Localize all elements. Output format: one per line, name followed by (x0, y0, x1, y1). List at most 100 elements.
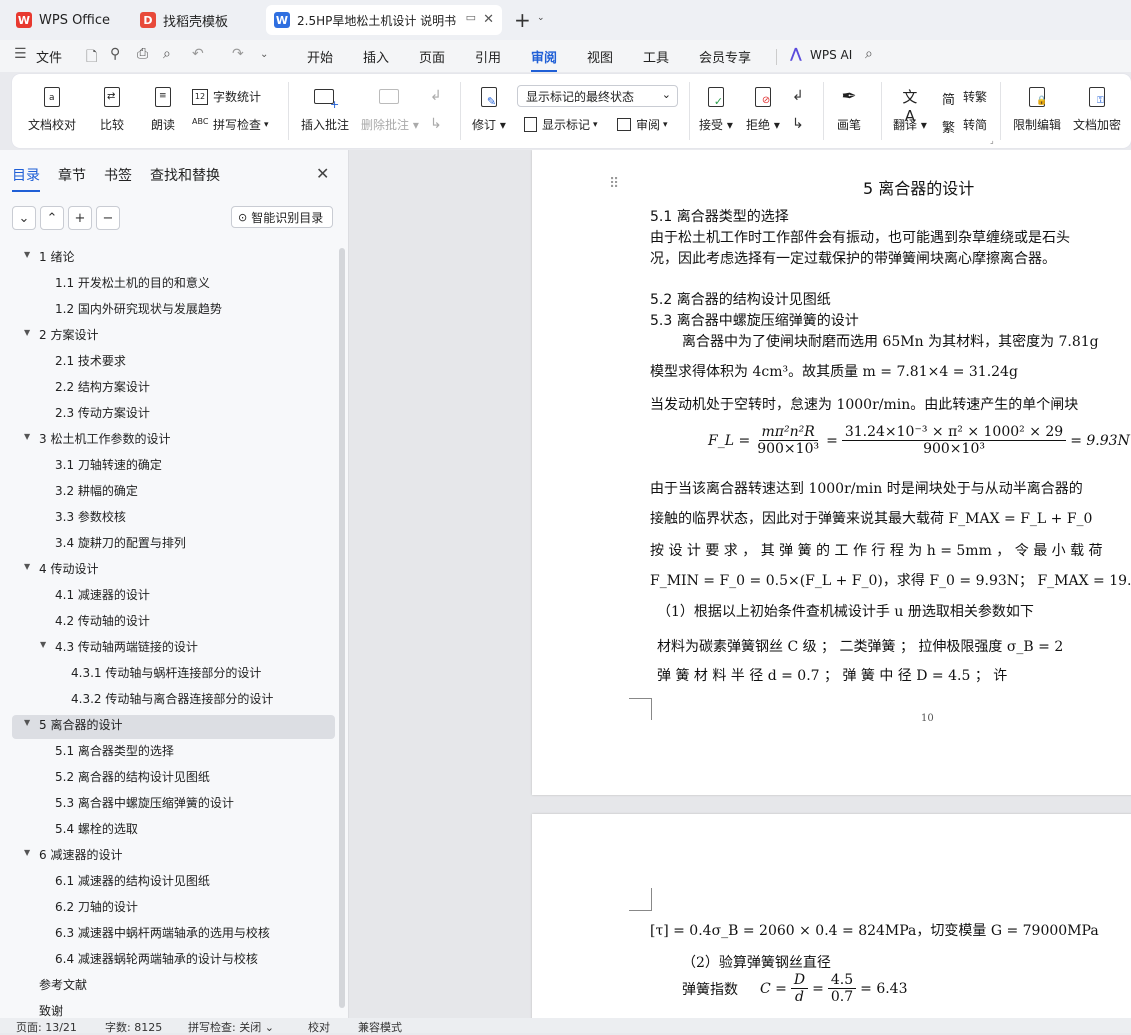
menu-reference[interactable]: 引用 (475, 47, 501, 66)
drag-handle-icon[interactable]: ⠿ (609, 176, 619, 192)
chevron-down-icon[interactable]: ⌄ (260, 49, 268, 60)
caret-down-icon[interactable]: ▼ (24, 432, 30, 441)
toc-item[interactable]: 参考文献 (39, 976, 87, 993)
scrollbar[interactable] (339, 248, 345, 1008)
previous-change-icon[interactable]: ↲ (792, 88, 804, 104)
hamburger-icon[interactable]: ☰ (14, 46, 27, 62)
toc-item[interactable]: 1.2 国内外研究现状与发展趋势 (55, 300, 222, 317)
close-icon[interactable]: ✕ (483, 12, 494, 27)
tab-chapter[interactable]: 章节 (58, 165, 86, 185)
link-icon[interactable]: ⚲ (110, 46, 120, 62)
encrypt-button[interactable]: ⚿ 文档加密 (1073, 86, 1121, 133)
document-page[interactable]: ⠿ 5 离合器的设计 5.1 离合器类型的选择 由于松土机工作时工作部件会有振动… (532, 150, 1131, 795)
next-change-icon[interactable]: ↳ (792, 116, 804, 132)
caret-down-icon[interactable]: ▼ (24, 328, 30, 337)
toc-item[interactable]: 2.2 结构方案设计 (55, 378, 150, 395)
caret-down-icon[interactable]: ▼ (24, 848, 30, 857)
add-heading-button[interactable]: + (68, 206, 92, 230)
print-icon[interactable]: ⎙ (137, 46, 148, 62)
menu-member[interactable]: 会员专享 (699, 47, 751, 66)
toc-item[interactable]: ▼ 4.3 传动轴两端链接的设计 (40, 638, 198, 655)
review-pane-button[interactable]: 审阅 ▾ (617, 116, 668, 133)
menu-view[interactable]: 视图 (587, 47, 613, 66)
toc-item[interactable]: 1.1 开发松土机的目的和意义 (55, 274, 210, 291)
menu-wps-ai[interactable]: WPS AI (810, 48, 852, 62)
caret-down-icon[interactable]: ▼ (24, 250, 30, 259)
toc-item[interactable]: ▼ 6 减速器的设计 (24, 846, 122, 863)
document-page[interactable]: [τ] = 0.4σ_B = 2060 × 0.4 = 824MPa，切变模量 … (532, 814, 1131, 1018)
chevron-down-icon[interactable]: ⌄ (537, 13, 545, 23)
toc-item[interactable]: 6.4 减速器蜗轮两端轴承的设计与校核 (55, 950, 258, 967)
tab-find-replace[interactable]: 查找和替换 (150, 165, 220, 185)
to-simplified-button[interactable]: 繁 转简 (942, 116, 987, 136)
toc-item[interactable]: ▼ 5 离合器的设计 (24, 716, 122, 733)
toc-item[interactable]: 5.3 离合器中螺旋压缩弹簧的设计 (55, 794, 234, 811)
tab-template[interactable]: D 找稻壳模板 (132, 5, 260, 35)
print-preview-icon[interactable]: ⌕ (163, 46, 171, 62)
tab-toc[interactable]: 目录 (12, 165, 40, 192)
toc-item[interactable]: 4.3.1 传动轴与蜗杆连接部分的设计 (71, 664, 261, 681)
tab-wps-office[interactable]: W WPS Office (8, 5, 124, 35)
menu-page[interactable]: 页面 (419, 47, 445, 66)
close-icon[interactable]: ✕ (316, 164, 329, 183)
tab-document[interactable]: W 2.5HP旱地松土机设计 说明书 ▭ ✕ (266, 5, 502, 35)
toc-item[interactable]: ▼ 2 方案设计 (24, 326, 98, 343)
caret-down-icon[interactable]: ▼ (24, 562, 30, 571)
toc-item[interactable]: 3.2 耕幅的确定 (55, 482, 138, 499)
toc-item[interactable]: 3.4 旋耕刀的配置与排列 (55, 534, 186, 551)
toc-item[interactable]: 2.3 传动方案设计 (55, 404, 150, 421)
delete-comment-button[interactable]: 删除批注 ▾ (361, 86, 419, 133)
doc-check-button[interactable]: a 文档校对 (28, 86, 76, 133)
toc-item[interactable]: 6.3 减速器中蜗杆两端轴承的选用与校核 (55, 924, 270, 941)
caret-down-icon[interactable]: ▼ (24, 718, 30, 727)
revise-button[interactable]: ✎ 修订 ▾ (472, 86, 506, 133)
restrict-edit-button[interactable]: 🔒 限制编辑 (1013, 86, 1061, 133)
toc-item[interactable]: ▼ 4 传动设计 (24, 560, 98, 577)
remove-heading-button[interactable]: − (96, 206, 120, 230)
search-icon[interactable]: ⌕ (865, 46, 873, 62)
menu-insert[interactable]: 插入 (363, 47, 389, 66)
toc-item[interactable]: 4.1 减速器的设计 (55, 586, 150, 603)
markup-state-select[interactable]: 显示标记的最终状态 ⌄ (517, 85, 678, 107)
toc-item[interactable]: 3.3 参数校核 (55, 508, 126, 525)
collapse-up-button[interactable]: ⌃ (40, 206, 64, 230)
insert-comment-button[interactable]: + 插入批注 (301, 86, 349, 133)
expand-icon[interactable]: ⌟ (990, 136, 994, 145)
accept-button[interactable]: ✓ 接受 ▾ (699, 86, 733, 133)
toc-item[interactable]: ▼ 3 松土机工作参数的设计 (24, 430, 170, 447)
menu-start[interactable]: 开始 (307, 47, 333, 66)
collapse-down-button[interactable]: ⌄ (12, 206, 36, 230)
to-traditional-button[interactable]: 简 转繁 (942, 88, 987, 108)
redo-icon[interactable]: ↷ (232, 46, 244, 62)
spell-check-button[interactable]: ABC 拼写检查 ▾ (192, 116, 269, 133)
menu-file[interactable]: 文件 (36, 47, 62, 66)
smart-toc-button[interactable]: ⊙ 智能识别目录 (231, 206, 333, 228)
toc-item[interactable]: 6.1 减速器的结构设计见图纸 (55, 872, 210, 889)
menu-tools[interactable]: 工具 (643, 47, 669, 66)
toc-item[interactable]: 5.2 离合器的结构设计见图纸 (55, 768, 210, 785)
menu-review[interactable]: 审阅 (531, 47, 558, 72)
toc-item[interactable]: 4.3.2 传动轴与离合器连接部分的设计 (71, 690, 273, 707)
translate-button[interactable]: 文A 翻译 ▾ (893, 86, 927, 133)
previous-comment-icon[interactable]: ↲ (430, 88, 442, 104)
toc-item[interactable]: 2.1 技术要求 (55, 352, 126, 369)
toc-item[interactable]: 5.4 螺栓的选取 (55, 820, 138, 837)
toc-item[interactable]: 5.1 离合器类型的选择 (55, 742, 174, 759)
read-aloud-button[interactable]: ≡ 朗读 (151, 86, 175, 133)
compare-button[interactable]: ⇄ 比较 (100, 86, 124, 133)
caret-down-icon[interactable]: ▼ (40, 640, 46, 649)
toc-item[interactable]: 3.1 刀轴转速的确定 (55, 456, 162, 473)
pen-button[interactable]: ✒ 画笔 (837, 86, 861, 133)
tab-bookmark[interactable]: 书签 (104, 165, 132, 185)
new-tab-button[interactable]: + (514, 8, 531, 32)
undo-icon[interactable]: ↶ (192, 46, 204, 62)
toc-item[interactable]: 致谢 (39, 1002, 63, 1019)
toc-item[interactable]: 4.2 传动轴的设计 (55, 612, 150, 629)
next-comment-icon[interactable]: ↳ (430, 116, 442, 132)
toc-item[interactable]: ▼ 1 绪论 (24, 248, 74, 265)
word-count-button[interactable]: 12 字数统计 (192, 88, 261, 105)
show-markup-button[interactable]: 显示标记 ▾ (524, 116, 598, 133)
toc-item[interactable]: 6.2 刀轴的设计 (55, 898, 138, 915)
window-icon[interactable]: ▭ (466, 11, 476, 24)
save-icon[interactable]: 🗋 (86, 46, 97, 70)
